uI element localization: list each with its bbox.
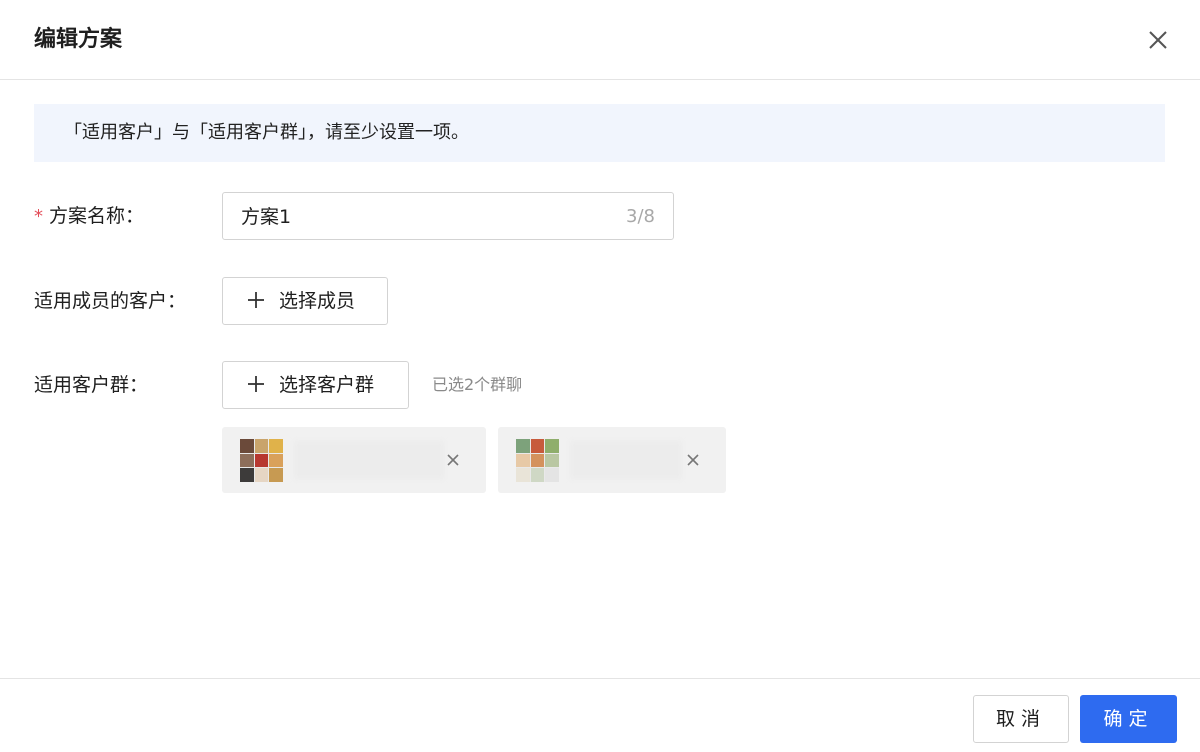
- group-avatar: [516, 439, 559, 482]
- dialog-footer: 取消 确定: [0, 678, 1200, 752]
- selected-group-chip: [222, 427, 486, 493]
- notice-banner: 「适用客户」与「适用客户群」，请至少设置一项。: [34, 104, 1165, 162]
- plan-name-label: * 方案名称：: [34, 202, 144, 231]
- group-avatar: [240, 439, 283, 482]
- select-groups-button[interactable]: 选择客户群: [222, 361, 409, 409]
- confirm-button[interactable]: 确定: [1080, 695, 1177, 743]
- plus-icon: [248, 376, 264, 392]
- select-groups-label: 选择客户群: [279, 374, 375, 396]
- close-icon: [1149, 31, 1167, 49]
- selected-count-hint: 已选2个群聊: [432, 375, 523, 394]
- required-mark: *: [34, 206, 43, 227]
- members-label: 适用成员的客户：: [34, 290, 187, 312]
- select-members-button[interactable]: 选择成员: [222, 277, 388, 325]
- dialog-header: 编辑方案: [0, 0, 1200, 80]
- cancel-button[interactable]: 取消: [973, 695, 1069, 743]
- groups-label: 适用客户群：: [34, 374, 149, 396]
- char-counter: 3/8: [626, 206, 655, 227]
- plan-name-label-text: 方案名称：: [49, 205, 145, 227]
- remove-chip-icon[interactable]: [446, 453, 460, 467]
- remove-chip-icon[interactable]: [686, 453, 700, 467]
- selected-group-chip: [498, 427, 726, 493]
- plan-name-input[interactable]: 方案1 3/8: [222, 192, 674, 240]
- plus-icon: [248, 292, 264, 308]
- blurred-group-name: [570, 441, 682, 479]
- blurred-group-name: [294, 441, 444, 479]
- plan-name-value[interactable]: 方案1: [241, 203, 291, 231]
- dialog-title: 编辑方案: [34, 27, 123, 52]
- select-members-label: 选择成员: [279, 290, 356, 312]
- close-button[interactable]: [1144, 26, 1172, 54]
- edit-plan-dialog: 编辑方案 「适用客户」与「适用客户群」，请至少设置一项。 * 方案名称： 方案1 …: [0, 0, 1200, 752]
